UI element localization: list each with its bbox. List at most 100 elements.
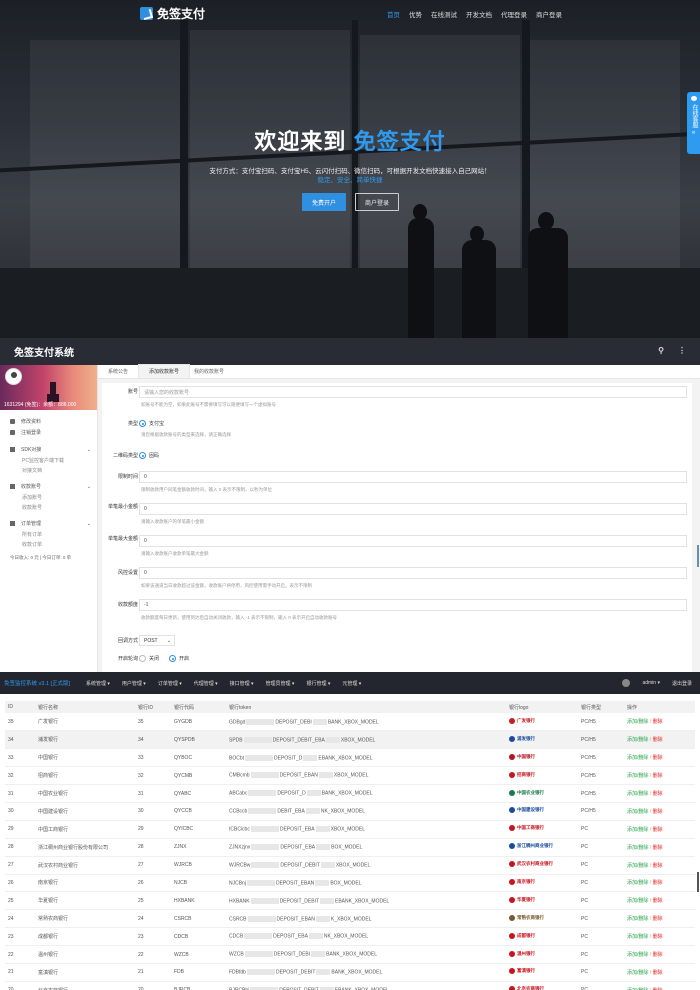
menu-api[interactable]: 接口管理 ▾ <box>230 680 254 687</box>
edit-link[interactable]: 添加/删除 <box>627 952 648 958</box>
tab-announcement[interactable]: 系统公告 <box>104 368 138 378</box>
sidebar-item-logout[interactable]: 注销登录 <box>0 427 97 438</box>
delete-link[interactable]: 删除 <box>653 773 663 779</box>
risk-input[interactable]: 0 <box>139 567 687 579</box>
token-part: K_XBOX_MODEL <box>330 915 372 922</box>
delete-link[interactable]: 删除 <box>653 719 663 725</box>
delete-link[interactable]: 删除 <box>653 880 663 886</box>
edit-link[interactable]: 添加/删除 <box>627 863 648 869</box>
sidebar-subitem-all-orders[interactable]: 所有订单 <box>0 529 97 539</box>
radio-checked-icon <box>169 655 176 662</box>
polling-radio-off[interactable]: 关闭 <box>139 655 159 662</box>
cell-code: QYICBC <box>171 820 226 839</box>
sidebar-subitem-docs[interactable]: 对接文档 <box>0 465 97 475</box>
sidebar-subitem-accounts[interactable]: 收款账号 <box>0 502 97 512</box>
menu-agents[interactable]: 代理管理 ▾ <box>194 680 218 687</box>
delete-link[interactable]: 删除 <box>653 809 663 815</box>
table-row: 29 中国工商银行 29 QYICBC ICBCicbc DEPOSIT_EBA XBOX_… <box>5 820 695 839</box>
account-input[interactable]: 请输入您的收款账号 <box>139 386 687 398</box>
delete-link[interactable]: 删除 <box>653 863 663 869</box>
sidebar-group-orders[interactable]: 订单管理 ⌄ <box>0 518 97 529</box>
col-code: 银行代码 <box>171 701 226 713</box>
scrollbar[interactable] <box>697 872 699 892</box>
nav-item-test[interactable]: 在线测试 <box>431 9 457 19</box>
token-part: NK_XBOX_MODEL <box>323 933 369 940</box>
logout-link[interactable]: 退出登录 <box>672 680 692 687</box>
qrcode-radio-fixed[interactable]: 固码 <box>139 452 159 459</box>
edit-link[interactable]: 添加/删除 <box>627 880 648 886</box>
register-button[interactable]: 免费开户 <box>302 193 346 211</box>
cell-id: 23 <box>5 927 35 947</box>
menu-system[interactable]: 系统管理 ▾ <box>86 680 110 687</box>
polling-radio-on[interactable]: 开启 <box>169 655 189 662</box>
delete-link[interactable]: 删除 <box>653 755 663 761</box>
scrollbar[interactable] <box>697 545 699 567</box>
cell-code: FDB <box>171 963 226 982</box>
menu-users[interactable]: 用户管理 ▾ <box>122 680 146 687</box>
token-part: CMBcmb <box>229 772 250 779</box>
cell-bank-id: 24 <box>135 909 171 929</box>
menu-admins[interactable]: 管理员管理 ▾ <box>266 680 295 687</box>
nav-item-agent-login[interactable]: 代理登录 <box>501 9 527 19</box>
avatar[interactable] <box>622 679 631 687</box>
token-part: DEPOSIT_EBA <box>280 844 316 851</box>
sidebar-group-sdk[interactable]: SDK对接 ⌄ <box>0 444 97 455</box>
silhouette <box>408 218 434 338</box>
merchant-login-button[interactable]: 商户登录 <box>355 193 399 211</box>
edit-link[interactable]: 添加/删除 <box>627 934 648 940</box>
limit-label: 收款额度 <box>117 602 138 608</box>
nav-item-advantage[interactable]: 优势 <box>409 9 422 19</box>
sidebar-subitem-download[interactable]: PC监控客户端下载 <box>0 455 97 465</box>
bank-navbar: 免签监控系统 v3.1 [正式版] 系统管理 ▾ 用户管理 ▾ 订单管理 ▾ 代… <box>0 672 700 694</box>
online-service-tab[interactable]: 在线客服 « <box>687 92 700 154</box>
menu-banks[interactable]: 银行管理 ▾ <box>306 680 330 687</box>
delete-link[interactable]: 删除 <box>653 970 663 976</box>
search-icon[interactable]: ⚲ <box>658 346 664 355</box>
more-vert-icon[interactable]: ⋮ <box>678 346 686 355</box>
edit-link[interactable]: 添加/删除 <box>627 827 648 833</box>
delete-link[interactable]: 删除 <box>653 737 663 743</box>
nav-item-merchant-login[interactable]: 商户登录 <box>536 9 562 19</box>
menu-yuan[interactable]: 元管理 ▾ <box>342 680 361 687</box>
menu-orders[interactable]: 订单管理 ▾ <box>158 680 182 687</box>
limit-input[interactable]: -1 <box>139 599 687 611</box>
min-amount-input[interactable]: 0 <box>139 503 687 515</box>
delete-link[interactable]: 删除 <box>653 952 663 958</box>
edit-link[interactable]: 添加/删除 <box>627 719 648 725</box>
nav-item-docs[interactable]: 开发文档 <box>466 9 492 19</box>
edit-link[interactable]: 添加/删除 <box>627 791 648 797</box>
user-menu[interactable]: admin ▾ <box>642 680 660 686</box>
edit-link[interactable]: 添加/删除 <box>627 809 648 815</box>
edit-link[interactable]: 添加/删除 <box>627 845 648 851</box>
delete-link[interactable]: 删除 <box>653 916 663 922</box>
cell-code: QYSPDB <box>171 730 226 750</box>
edit-link[interactable]: 添加/删除 <box>627 755 648 761</box>
tab-add-account[interactable]: 添加收款账号 <box>138 364 191 378</box>
type-radio-alipay[interactable]: 支付宝 <box>139 420 164 427</box>
sidebar-subitem-paid-orders[interactable]: 收款订单 <box>0 539 97 549</box>
sidebar-item-edit-profile[interactable]: 修改资料 <box>0 416 97 427</box>
delete-link[interactable]: 删除 <box>653 845 663 851</box>
callback-select[interactable]: POST ⌄ <box>139 635 175 646</box>
edit-link[interactable]: 添加/删除 <box>627 916 648 922</box>
delete-link[interactable]: 删除 <box>653 898 663 904</box>
tab-my-accounts[interactable]: 我的收款账号 <box>190 368 234 378</box>
account-help: 如账号不能为空，如果此账号不需要填写可以随便填写一个虚拟账号 <box>141 402 276 407</box>
nav-item-home[interactable]: 首页 <box>387 9 400 19</box>
delete-link[interactable]: 删除 <box>653 934 663 940</box>
token-part: SPDB <box>229 737 243 743</box>
sidebar-group-accounts[interactable]: 收款账号 ⌄ <box>0 481 97 492</box>
brand[interactable]: 免签支付 <box>140 5 205 22</box>
delete-link[interactable]: 删除 <box>653 827 663 833</box>
edit-link[interactable]: 添加/删除 <box>627 737 648 743</box>
edit-link[interactable]: 添加/删除 <box>627 970 648 976</box>
logout-icon <box>10 430 15 435</box>
delete-link[interactable]: 删除 <box>653 791 663 797</box>
edit-link[interactable]: 添加/删除 <box>627 773 648 779</box>
avatar[interactable] <box>5 368 22 385</box>
sidebar-subitem-add-account[interactable]: 添加账号 <box>0 492 97 502</box>
timeout-input[interactable]: 0 <box>139 471 687 483</box>
max-amount-input[interactable]: 0 <box>139 535 687 547</box>
edit-link[interactable]: 添加/删除 <box>627 898 648 904</box>
cell-name: 温州银行 <box>35 945 135 964</box>
